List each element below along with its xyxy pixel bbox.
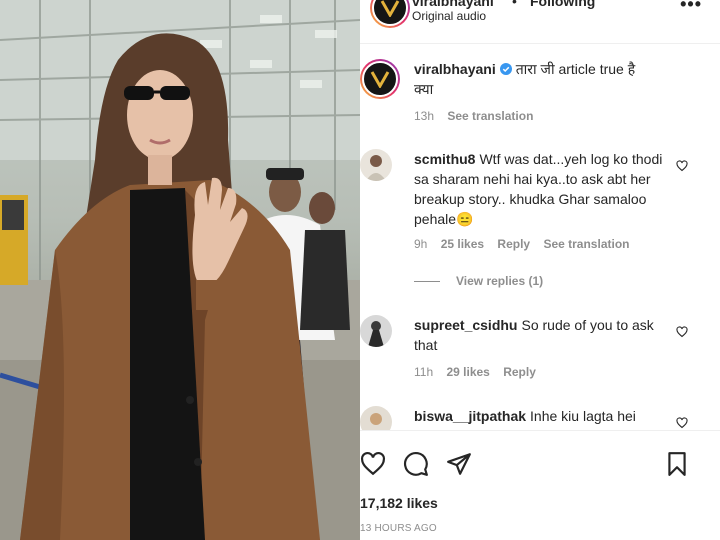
comment-username[interactable]: biswa__jitpathak (414, 408, 526, 424)
comment-icon[interactable] (403, 451, 429, 477)
post-detail-panel: viralbhayani • Following Original audio … (360, 0, 720, 540)
comment-likes[interactable]: 25 likes (441, 237, 484, 251)
reply-button[interactable]: Reply (497, 237, 530, 251)
logo-icon (380, 0, 400, 17)
caption-avatar[interactable] (360, 59, 400, 99)
comment-avatar[interactable] (360, 149, 392, 181)
post-media-image[interactable] (0, 0, 360, 540)
view-replies-button[interactable]: View replies (1) (414, 274, 543, 288)
post-time: 13 HOURS AGO (360, 523, 437, 534)
comment-meta: 11h 29 likes Reply (414, 365, 546, 379)
comment-text-block: scmithu8 Wtf was dat...yeh log ko thodi s… (414, 149, 664, 229)
comment-likes[interactable]: 29 likes (446, 365, 489, 379)
comment-text-block: biswa__jitpathak Inhe kiu lagta hei (414, 406, 664, 426)
caption-meta: 13h See translation (414, 109, 543, 123)
heart-icon[interactable] (360, 451, 386, 477)
bookmark-icon[interactable] (664, 451, 690, 477)
photo-illustration (0, 0, 360, 540)
like-comment-heart-icon[interactable] (676, 160, 688, 172)
more-options-icon[interactable]: ••• (680, 0, 702, 15)
verified-badge-icon (499, 63, 512, 75)
comment-avatar[interactable] (360, 406, 392, 430)
view-replies-line (414, 280, 440, 282)
header-username[interactable]: viralbhayani (412, 0, 494, 9)
comment-time: 11h (414, 365, 434, 379)
comment-text-block: supreet_csidhu So rude of you to ask that (414, 315, 664, 355)
comment-username[interactable]: scmithu8 (414, 151, 475, 167)
caption-see-translation[interactable]: See translation (447, 109, 533, 123)
following-button[interactable]: Following (530, 0, 595, 9)
caption-time: 13h (414, 109, 435, 123)
comment-see-translation[interactable]: See translation (543, 237, 629, 251)
header-avatar[interactable] (370, 0, 410, 28)
header-separator: • (512, 0, 517, 9)
comment-avatar[interactable] (360, 315, 392, 347)
avatar-image (360, 149, 392, 181)
comment-meta: 9h 25 likes Reply See translation (414, 237, 639, 251)
share-icon[interactable] (446, 451, 472, 477)
avatar-image (360, 315, 392, 347)
like-comment-heart-icon[interactable] (676, 417, 688, 429)
reply-button[interactable]: Reply (503, 365, 536, 379)
like-comment-heart-icon[interactable] (676, 326, 688, 338)
original-audio-link[interactable]: Original audio (412, 9, 486, 23)
comment-username[interactable]: supreet_csidhu (414, 317, 517, 333)
post-actions: 17,182 likes 13 HOURS AGO (360, 430, 720, 540)
view-replies-label: View replies (1) (456, 274, 544, 288)
comment-text: Inhe kiu lagta hei (530, 408, 636, 424)
caption-username[interactable]: viralbhayani (414, 61, 496, 77)
avatar-image (360, 406, 392, 430)
caption-text-block: viralbhayani तारा जी article true है क्या (414, 59, 654, 99)
post-header: viralbhayani • Following Original audio … (360, 0, 720, 44)
comments-list[interactable]: viralbhayani तारा जी article true है क्या… (360, 45, 720, 430)
likes-count[interactable]: 17,182 likes (360, 495, 438, 511)
comment-time: 9h (414, 237, 428, 251)
logo-icon (370, 71, 390, 88)
